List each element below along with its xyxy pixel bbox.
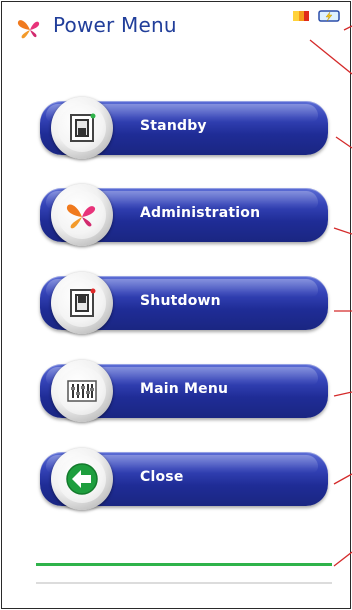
battery-icon — [293, 11, 309, 21]
standby-switch-icon — [70, 113, 96, 142]
administration-icon-disc[interactable] — [51, 184, 113, 246]
divider-green — [36, 563, 332, 566]
shutdown-icon-disc[interactable] — [51, 272, 113, 334]
page-title: Power Menu — [53, 13, 177, 37]
standby-label: Standby — [140, 118, 207, 134]
standby-icon-disc[interactable] — [51, 97, 113, 159]
main-menu-icon-disc[interactable] — [51, 360, 113, 422]
title-bar: Power Menu — [0, 0, 352, 48]
administration-label: Administration — [140, 205, 261, 221]
shutdown-label: Shutdown — [140, 293, 221, 309]
close-label: Close — [140, 469, 184, 485]
equalizer-icon — [67, 380, 97, 402]
main-menu-label: Main Menu — [140, 381, 229, 397]
divider-grey — [36, 582, 332, 584]
power-plug-icon — [318, 10, 340, 22]
close-icon-disc[interactable] — [51, 448, 113, 510]
shutdown-switch-icon — [70, 288, 96, 317]
back-arrow-icon — [66, 463, 98, 495]
butterfly-logo-icon — [66, 204, 96, 229]
butterfly-logo-icon — [17, 20, 40, 39]
